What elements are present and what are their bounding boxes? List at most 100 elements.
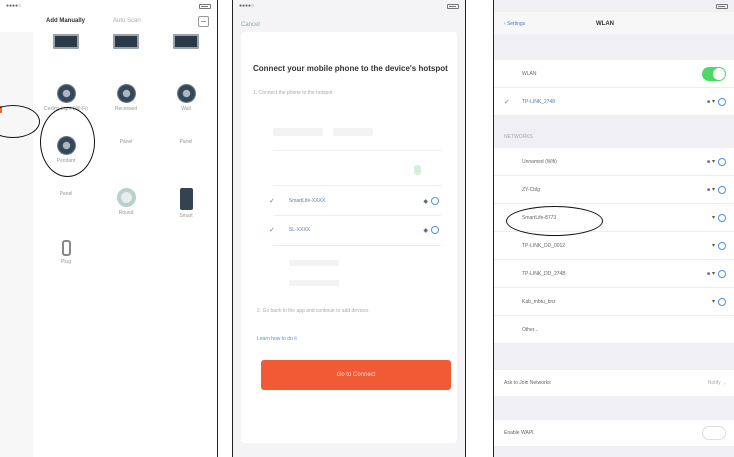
- device-label: Recessed: [114, 106, 138, 112]
- info-icon[interactable]: [718, 297, 726, 306]
- divider: [273, 215, 441, 216]
- network-name: TP-LINK_DD_0012: [522, 242, 566, 249]
- ask-join-row[interactable]: Ask to Join Networks Notify ›: [494, 370, 734, 396]
- device-recessed-light[interactable]: Recessed: [96, 80, 156, 132]
- smart-light-icon: [179, 188, 193, 210]
- device-label: Round: [118, 210, 134, 216]
- network-name: ZY-Cblg: [522, 186, 540, 193]
- check-icon: ✓: [504, 98, 510, 106]
- back-button[interactable]: ‹ Settings: [504, 21, 525, 27]
- placeholder-bar: [273, 128, 323, 136]
- network-name: TP-LINK_2748: [522, 98, 556, 105]
- info-icon[interactable]: [718, 241, 726, 250]
- check-icon: ✓: [269, 227, 275, 234]
- info-icon[interactable]: [718, 269, 726, 278]
- info-icon[interactable]: [431, 226, 439, 234]
- network-row[interactable]: TP-LINK_DD_274B ■ ▾: [494, 260, 734, 288]
- wifi-signal-icon: ◆: [423, 227, 428, 234]
- scan-icon[interactable]: [198, 16, 209, 27]
- page-title: Connect your mobile phone to the device'…: [253, 64, 448, 73]
- wifi-name: SmartLife-XXXX: [288, 198, 326, 204]
- status-bar: ●●●●○: [0, 0, 217, 12]
- sidebar-item[interactable]: [0, 311, 33, 342]
- network-row[interactable]: ZY-Cblg ■ ▾: [494, 176, 734, 204]
- wifi-row[interactable]: ✓ SL-XXXX ◆: [269, 223, 439, 237]
- network-row[interactable]: Unnamed (Wifi) ■ ▾: [494, 148, 734, 176]
- help-link[interactable]: Learn how to do it: [257, 336, 445, 342]
- wifi-row[interactable]: ✓ SmartLife-XXXX ◆: [269, 194, 439, 208]
- wifi-signal-icon: ▾: [711, 187, 715, 193]
- divider: [273, 185, 441, 186]
- lock-icon: ■: [706, 98, 710, 105]
- wlan-toggle[interactable]: [702, 66, 726, 81]
- wifi-signal-icon: ◆: [423, 198, 428, 205]
- network-row[interactable]: Kab_mbtu_bnz ▾: [494, 288, 734, 316]
- device-row: Panel Round Smart: [36, 34, 216, 236]
- device-smart[interactable]: Smart: [156, 184, 216, 236]
- tab-add-manually[interactable]: Add Manually: [46, 18, 85, 24]
- sidebar-item[interactable]: [0, 249, 33, 280]
- network-row[interactable]: TP-LINK_DD_0012 ▾: [494, 232, 734, 260]
- sidebar-item[interactable]: [0, 342, 33, 373]
- wifi-signal-icon: ▾: [711, 99, 715, 105]
- category-sidebar: [0, 32, 33, 457]
- wifi-signal-icon: ▾: [711, 299, 715, 305]
- device-plug[interactable]: Plug: [36, 236, 96, 288]
- lock-icon: ■: [706, 186, 710, 193]
- section-label: [36, 304, 216, 314]
- sidebar-item[interactable]: [0, 156, 33, 187]
- sidebar-item[interactable]: [0, 32, 33, 63]
- panel-light-icon: [173, 34, 199, 49]
- toggle-icon: [414, 165, 421, 175]
- device-label: Smart: [179, 213, 193, 219]
- battery-icon: [199, 3, 211, 9]
- device-label: Wall: [181, 106, 191, 112]
- sidebar-item[interactable]: [0, 218, 33, 249]
- sidebar-item[interactable]: [0, 280, 33, 311]
- wlan-settings-screen: ‹ Settings WLAN WLAN ✓ TP-LINK_2748 ■ ▾ …: [493, 0, 734, 457]
- device-label: Panel: [59, 191, 73, 197]
- battery-icon: [447, 3, 459, 9]
- connected-network-row[interactable]: ✓ TP-LINK_2748 ■ ▾: [494, 88, 734, 116]
- sidebar-item[interactable]: [0, 373, 33, 404]
- device-panel[interactable]: Panel: [96, 34, 156, 184]
- device-panel[interactable]: Panel: [156, 34, 216, 184]
- wifi-signal-icon: ▾: [711, 159, 715, 165]
- device-label: Plug: [60, 259, 71, 265]
- tab-auto-scan[interactable]: Auto Scan: [113, 18, 141, 24]
- device-round[interactable]: Round: [96, 184, 156, 236]
- status-bar: [494, 0, 734, 12]
- wapi-row: Enable WAPI: [494, 420, 734, 446]
- device-wall-light[interactable]: Wall: [156, 80, 216, 132]
- device-row: Plug: [36, 236, 216, 288]
- highlight-oval: [40, 107, 95, 177]
- go-to-connect-button[interactable]: Go to Connect: [261, 360, 451, 390]
- highlight-oval: [0, 105, 40, 138]
- subcategory-item[interactable]: [156, 322, 216, 360]
- info-icon[interactable]: [718, 157, 726, 166]
- subcategory-item[interactable]: [36, 322, 96, 360]
- sidebar-item[interactable]: [0, 63, 33, 94]
- info-icon[interactable]: [718, 97, 726, 106]
- panel-light-icon: [113, 34, 139, 49]
- network-name: Kab_mbtu_bnz: [522, 298, 556, 305]
- subcategory-row: [36, 322, 216, 360]
- wifi-signal-icon: ▾: [711, 271, 715, 277]
- info-icon[interactable]: [718, 185, 726, 194]
- ask-join-label: Ask to Join Networks: [504, 380, 551, 386]
- wlan-toggle-row: WLAN: [494, 60, 734, 88]
- info-icon[interactable]: [431, 197, 439, 205]
- subcategory-item[interactable]: [96, 322, 156, 360]
- placeholder-row: [289, 260, 339, 266]
- check-icon: ✓: [269, 198, 275, 205]
- network-name: TP-LINK_DD_274B: [522, 270, 566, 277]
- signal-icon: ●●●●○: [6, 3, 22, 9]
- other-network-row[interactable]: Other...: [494, 316, 734, 344]
- ask-join-group: Ask to Join Networks Notify ›: [494, 370, 734, 396]
- sidebar-item[interactable]: [0, 187, 33, 218]
- wapi-toggle[interactable]: [702, 426, 726, 440]
- light-icon: [176, 84, 196, 103]
- device-panel[interactable]: Panel: [36, 34, 96, 236]
- status-bar: ●●●●○: [233, 0, 465, 12]
- info-icon[interactable]: [718, 213, 726, 222]
